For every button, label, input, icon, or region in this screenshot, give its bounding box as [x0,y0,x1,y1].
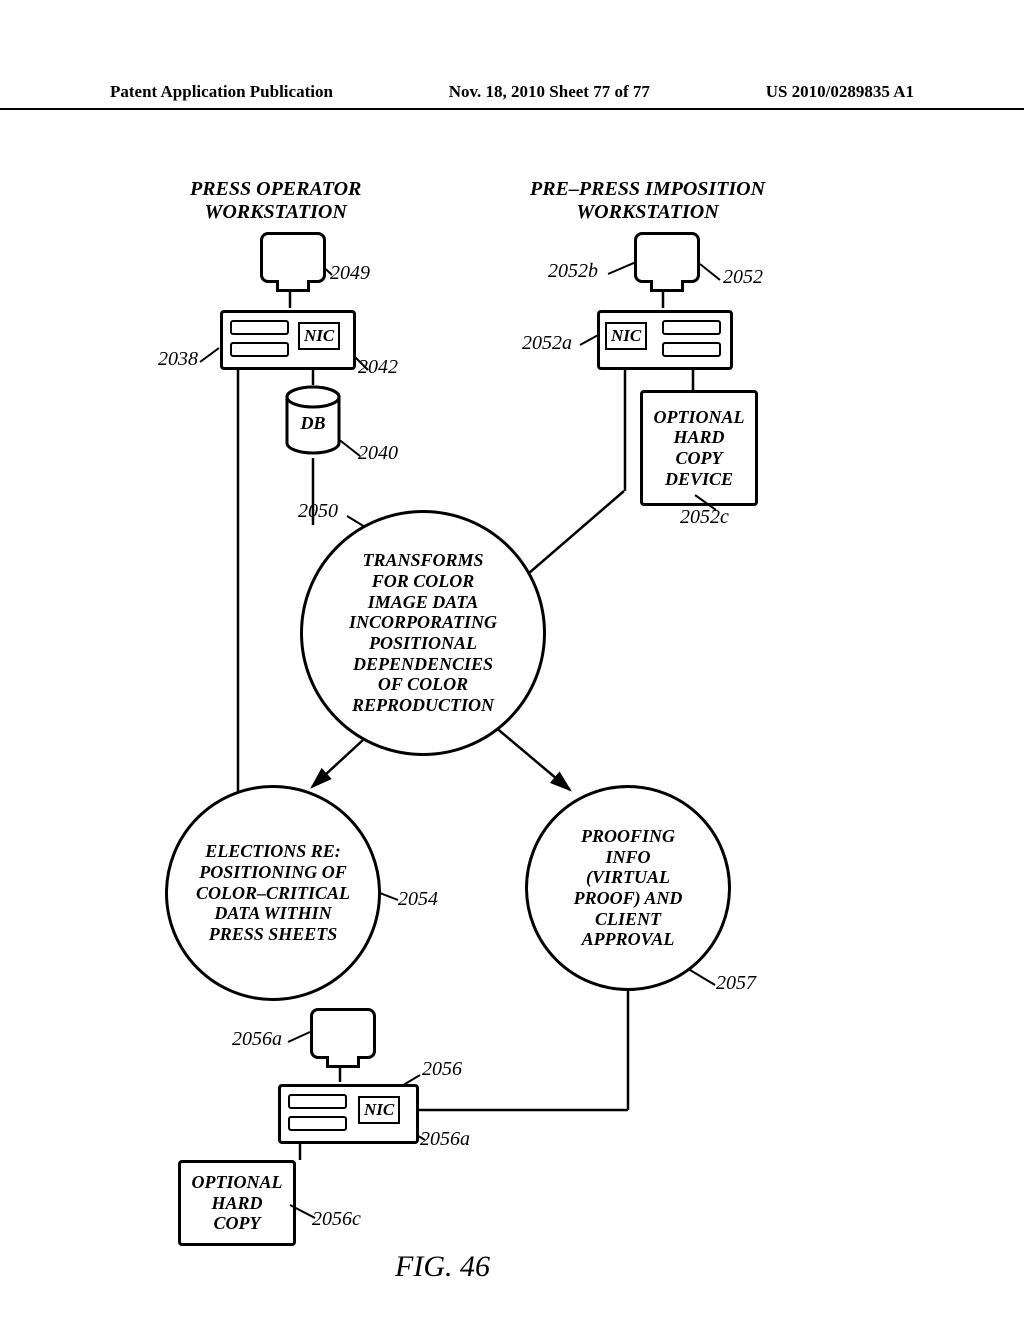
db-cylinder: DB [283,385,343,455]
ref-2052b: 2052b [548,260,598,283]
proofing-circle: PROOFING INFO (VIRTUAL PROOF) AND CLIENT… [525,785,731,991]
nic-left: NIC [298,322,340,350]
elections-text: ELECTIONS RE: POSITIONING OF COLOR–CRITI… [196,841,350,944]
monitor-left [260,232,326,283]
ref-2054: 2054 [398,888,438,911]
ref-2049: 2049 [330,262,370,285]
press-operator-title: PRESS OPERATOR WORKSTATION [190,178,361,224]
monitor-right [634,232,700,283]
figure-caption: FIG. 46 [395,1250,490,1284]
nic-right: NIC [605,322,647,350]
transforms-text: TRANSFORMS FOR COLOR IMAGE DATA INCORPOR… [349,550,497,716]
ref-2056c: 2056c [312,1208,361,1231]
page-header: Patent Application Publication Nov. 18, … [0,82,1024,110]
slot-bottom-1 [288,1094,347,1109]
header-left: Patent Application Publication [110,82,333,102]
proofing-text: PROOFING INFO (VIRTUAL PROOF) AND CLIENT… [574,826,683,950]
elections-circle: ELECTIONS RE: POSITIONING OF COLOR–CRITI… [165,785,381,1001]
optional-hard-copy-label: OPTIONAL HARD COPY [192,1172,283,1234]
optional-hard-copy-device-box: OPTIONAL HARD COPY DEVICE [640,390,758,506]
ref-2038: 2038 [158,348,198,371]
optional-hard-copy-box: OPTIONAL HARD COPY [178,1160,296,1246]
ref-2052c: 2052c [680,506,729,529]
slot-bottom-2 [288,1116,347,1131]
slot-right-2 [662,342,721,357]
monitor-bottom [310,1008,376,1059]
ref-2052: 2052 [723,266,763,289]
header-right: US 2010/0289835 A1 [766,82,914,102]
slot-left-2 [230,342,289,357]
ref-2042: 2042 [358,356,398,379]
db-label: DB [283,413,343,434]
nic-bottom: NIC [358,1096,400,1124]
ref-2057: 2057 [716,972,756,995]
ref-2040: 2040 [358,442,398,465]
slot-right-1 [662,320,721,335]
ref-2052a: 2052a [522,332,572,355]
optional-hard-copy-device-label: OPTIONAL HARD COPY DEVICE [654,407,745,490]
slot-left-1 [230,320,289,335]
diagram-canvas: PRESS OPERATOR WORKSTATION PRE–PRESS IMP… [0,170,1024,1270]
ref-2056a-top: 2056a [232,1028,282,1051]
ref-2056a-bottom: 2056a [420,1128,470,1151]
ref-2050: 2050 [298,500,338,523]
prepress-title: PRE–PRESS IMPOSITION WORKSTATION [530,178,765,224]
header-center: Nov. 18, 2010 Sheet 77 of 77 [449,82,650,102]
connector-lines [0,170,1024,1270]
ref-2056: 2056 [422,1058,462,1081]
transforms-circle: TRANSFORMS FOR COLOR IMAGE DATA INCORPOR… [300,510,546,756]
